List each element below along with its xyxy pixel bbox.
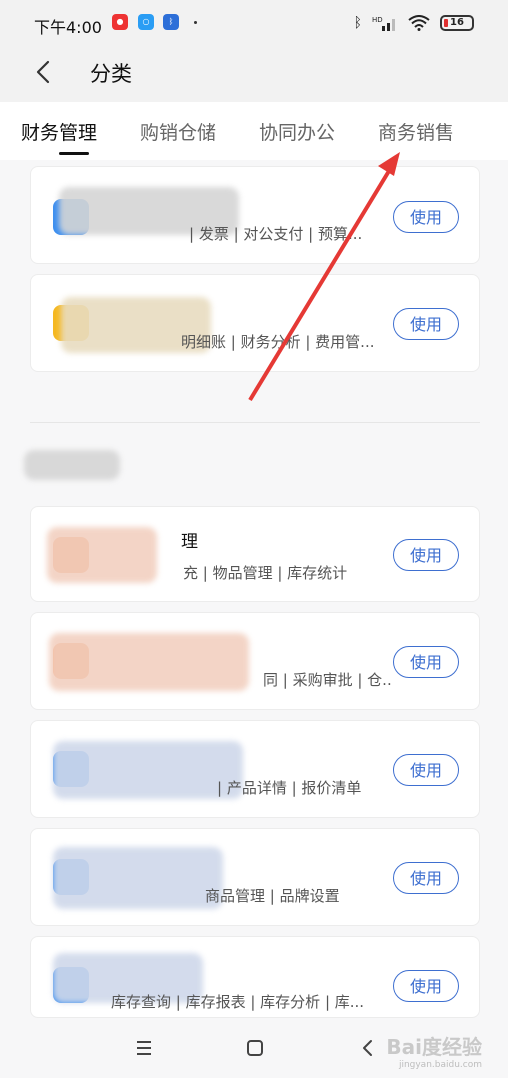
tab-business-sales[interactable]: 商务销售 xyxy=(378,102,454,160)
bluetooth-icon: ᛒ xyxy=(353,15,362,31)
use-button[interactable]: 使用 xyxy=(393,754,459,786)
card-description: 同 | 采购审批 | 仓... xyxy=(263,671,393,689)
red-app-icon: ● xyxy=(112,14,128,30)
app-bar: 分类 xyxy=(0,46,508,102)
card-description: 库存查询 | 库存报表 | 库存分析 | 库... xyxy=(111,993,365,1011)
watermark-main: Bai度经验 xyxy=(386,1035,482,1059)
tab-finance[interactable]: 财务管理 xyxy=(21,102,97,160)
app-card[interactable]: 同 | 采购审批 | 仓... 使用 xyxy=(30,612,480,710)
use-button[interactable]: 使用 xyxy=(393,308,459,340)
tab-purchase-inventory[interactable]: 购销仓储 xyxy=(140,102,216,160)
card-description: 商品管理 | 品牌设置 xyxy=(205,887,340,905)
watermark-sub: jingyan.baidu.com xyxy=(398,1060,482,1070)
use-button[interactable]: 使用 xyxy=(393,646,459,678)
tab-collaboration[interactable]: 协同办公 xyxy=(259,102,335,160)
card-title: 理 xyxy=(181,532,198,552)
chat-app-icon: ○ xyxy=(138,14,154,30)
status-bar: 下午4:00 ● ○ ᛒ ᛒ HD 16 xyxy=(0,0,508,46)
redacted-section-header xyxy=(24,450,120,480)
watermark: Bai度经验 jingyan.baidu.com xyxy=(386,1031,482,1070)
notification-dot-icon xyxy=(194,21,197,24)
back-button[interactable] xyxy=(30,58,58,86)
redacted-title xyxy=(49,633,249,691)
app-card[interactable]: | 产品详情 | 报价清单 使用 xyxy=(30,720,480,818)
wifi-icon xyxy=(408,15,430,31)
use-button[interactable]: 使用 xyxy=(393,539,459,571)
back-icon[interactable] xyxy=(354,1036,382,1060)
app-card[interactable]: 商品管理 | 品牌设置 使用 xyxy=(30,828,480,926)
app-card[interactable]: 库存查询 | 库存报表 | 库存分析 | 库... 使用 xyxy=(30,936,480,1018)
use-button[interactable]: 使用 xyxy=(393,862,459,894)
category-tabs: 财务管理 购销仓储 协同办公 商务销售 xyxy=(0,102,508,160)
status-right: ᛒ HD 16 xyxy=(354,13,474,33)
status-time: 下午4:00 xyxy=(34,18,102,37)
svg-text:HD: HD xyxy=(372,16,383,24)
redacted-title xyxy=(53,847,223,909)
signal-icon: HD xyxy=(372,16,395,31)
use-button[interactable]: 使用 xyxy=(393,970,459,1002)
app-card[interactable]: 明细账 | 财务分析 | 费用管... 使用 xyxy=(30,274,480,372)
battery-icon: 16 xyxy=(440,15,474,31)
bluetooth-app-icon: ᛒ xyxy=(163,14,179,30)
battery-value: 16 xyxy=(450,17,464,28)
card-description: 明细账 | 财务分析 | 费用管... xyxy=(181,333,375,351)
page-title: 分类 xyxy=(90,62,132,86)
card-description: | 发票 | 对公支付 | 预算... xyxy=(189,225,363,243)
app-card[interactable]: | 发票 | 对公支付 | 预算... 使用 xyxy=(30,166,480,264)
card-description: 充 | 物品管理 | 库存统计 xyxy=(183,564,348,582)
section-divider xyxy=(30,422,480,423)
home-icon[interactable] xyxy=(241,1036,269,1060)
use-button[interactable]: 使用 xyxy=(393,201,459,233)
battery-level xyxy=(444,19,448,27)
redacted-title xyxy=(53,741,243,799)
card-description: | 产品详情 | 报价清单 xyxy=(217,779,362,797)
app-card[interactable]: 理 充 | 物品管理 | 库存统计 使用 xyxy=(30,506,480,602)
menu-icon[interactable] xyxy=(130,1036,158,1060)
redacted-title xyxy=(47,527,157,583)
